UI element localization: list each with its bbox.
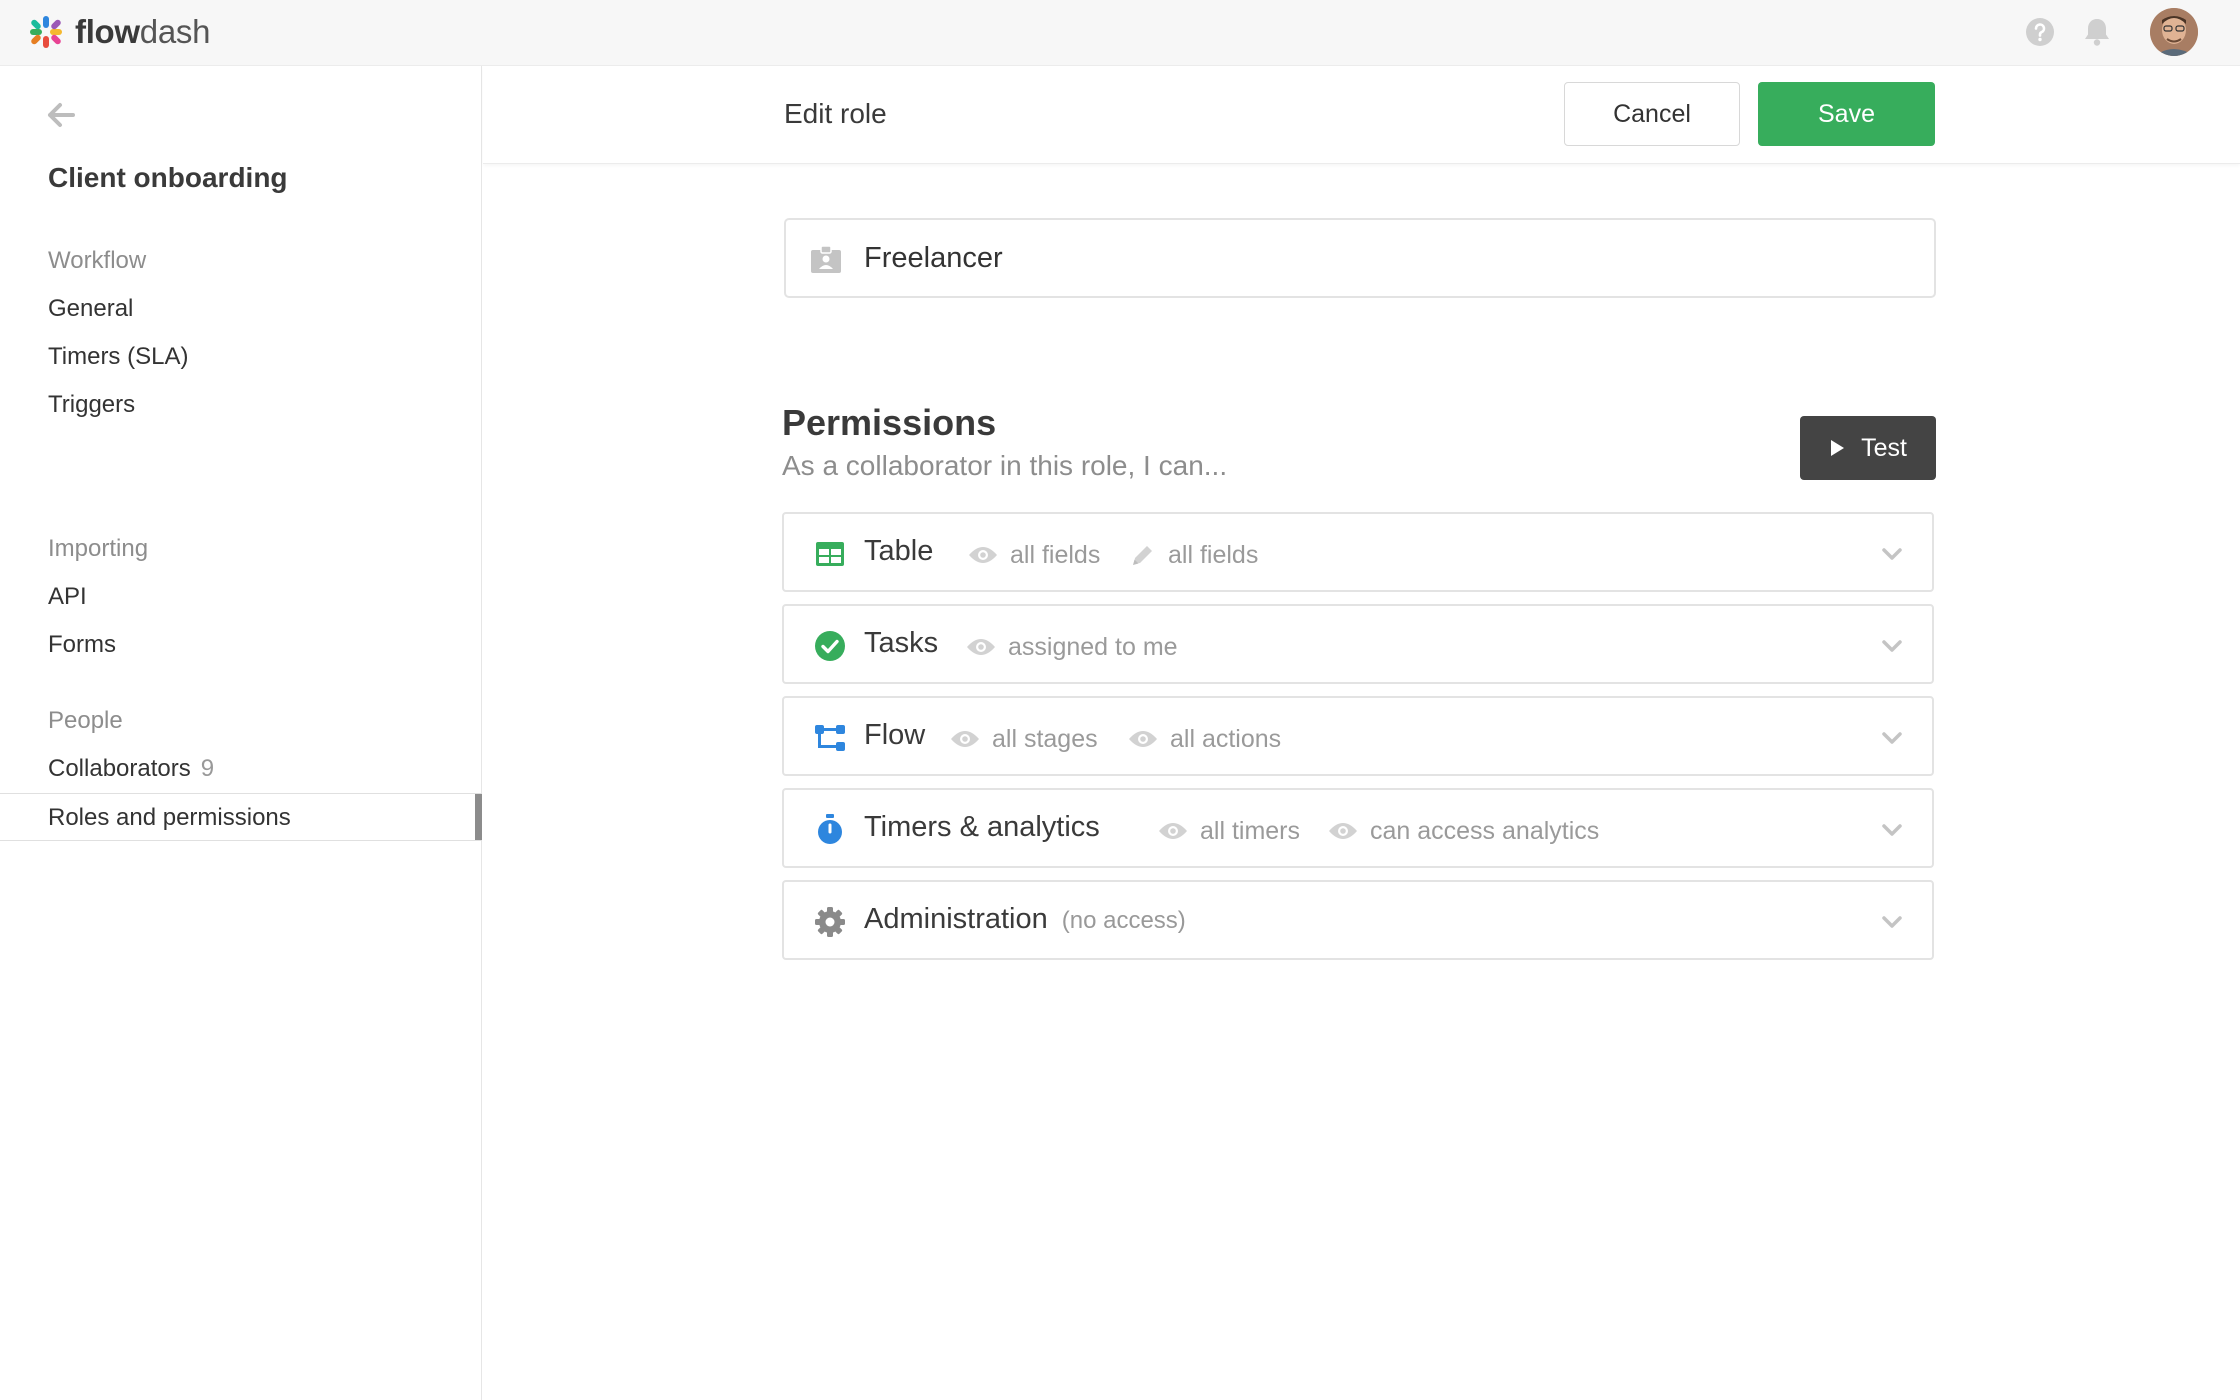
sidebar-item-api[interactable]: API bbox=[0, 573, 482, 621]
sidebar-heading-importing: Importing bbox=[48, 535, 149, 562]
sidebar-item-timers-sla[interactable]: Timers (SLA) bbox=[0, 333, 482, 381]
cancel-button[interactable]: Cancel bbox=[1564, 82, 1740, 146]
flow-icon bbox=[815, 725, 845, 751]
eye-icon bbox=[951, 731, 979, 747]
permission-tag-text: all timers bbox=[1200, 816, 1301, 845]
permission-tag-text: can access analytics bbox=[1370, 816, 1600, 845]
eye-icon bbox=[969, 547, 997, 563]
sidebar-item-label: Collaborators bbox=[48, 755, 191, 782]
user-avatar[interactable] bbox=[2150, 8, 2198, 56]
permissions-subtitle: As a collaborator in this role, I can... bbox=[782, 450, 1228, 481]
flowdash-logo-icon bbox=[30, 16, 62, 48]
permission-name: Flow bbox=[864, 719, 926, 751]
permission-row-timers-analytics[interactable]: Timers & analytics all timers can access… bbox=[782, 788, 1934, 868]
sidebar-item-triggers[interactable]: Triggers bbox=[0, 381, 482, 429]
help-icon[interactable] bbox=[2023, 15, 2057, 49]
pencil-icon bbox=[1133, 546, 1152, 565]
permission-row-flow[interactable]: Flow all stages all actions bbox=[782, 696, 1934, 776]
id-badge-icon bbox=[811, 246, 841, 273]
sidebar-item-forms[interactable]: Forms bbox=[0, 621, 482, 669]
permissions-title: Permissions bbox=[782, 402, 997, 443]
permission-tag: all fields bbox=[968, 540, 1100, 570]
chevron-down-icon bbox=[1882, 640, 1902, 652]
test-button-label: Test bbox=[1861, 433, 1907, 462]
permission-name: Timers & analytics bbox=[864, 811, 1100, 843]
permission-tag: all timers bbox=[1158, 816, 1300, 846]
sidebar-item-roles-and-permissions[interactable]: Roles and permissions bbox=[0, 793, 482, 841]
sidebar-item-collaborators[interactable]: Collaborators 9 bbox=[0, 745, 482, 793]
permission-tag: all fields bbox=[1130, 540, 1258, 570]
chevron-down-icon bbox=[1882, 824, 1902, 836]
brand-name: flowdash bbox=[75, 13, 210, 51]
eye-icon bbox=[1329, 823, 1357, 839]
play-icon bbox=[1831, 440, 1845, 456]
permission-row-administration[interactable]: Administration (no access) bbox=[782, 880, 1934, 960]
permission-tag-text: all fields bbox=[1168, 540, 1259, 569]
permission-name: Tasks bbox=[864, 627, 939, 659]
permission-tag-text: assigned to me bbox=[1008, 632, 1178, 661]
permission-row-tasks[interactable]: Tasks assigned to me bbox=[782, 604, 1934, 684]
permission-name: Administration (no access) bbox=[864, 903, 1186, 936]
permission-row-table[interactable]: Table all fields all fields bbox=[782, 512, 1934, 592]
eye-icon bbox=[1129, 731, 1157, 747]
no-access-note: (no access) bbox=[1061, 907, 1186, 934]
sidebar-heading-people: People bbox=[48, 707, 123, 734]
back-arrow-icon[interactable] bbox=[46, 100, 76, 130]
chevron-down-icon bbox=[1882, 548, 1902, 560]
permission-tag: all stages bbox=[950, 724, 1098, 754]
table-icon bbox=[816, 542, 844, 566]
gear-icon bbox=[815, 907, 845, 937]
collaborators-count: 9 bbox=[200, 755, 215, 782]
page-title: Edit role bbox=[784, 98, 887, 129]
sidebar: Client onboarding Workflow General Timer… bbox=[0, 66, 482, 1400]
chevron-down-icon bbox=[1882, 916, 1902, 928]
sidebar-group-people: People Collaborators 9 Roles and permissi… bbox=[0, 697, 482, 841]
flowdash-logo[interactable]: flowdash bbox=[29, 13, 210, 51]
role-name-input[interactable] bbox=[864, 234, 1904, 282]
permission-name-text: Administration bbox=[864, 903, 1048, 935]
sidebar-heading-workflow: Workflow bbox=[48, 247, 147, 274]
permission-tag-text: all fields bbox=[1010, 540, 1101, 569]
sidebar-item-general[interactable]: General bbox=[0, 285, 482, 333]
permission-tag-text: all stages bbox=[992, 724, 1098, 753]
brand-light: dash bbox=[139, 13, 211, 50]
permission-tag: assigned to me bbox=[966, 632, 1178, 662]
chevron-down-icon bbox=[1882, 732, 1902, 744]
check-circle-icon bbox=[815, 631, 845, 661]
permission-tag: can access analytics bbox=[1328, 816, 1599, 846]
sidebar-group-importing: Importing API Forms bbox=[0, 525, 482, 669]
stopwatch-icon bbox=[818, 814, 842, 844]
workflow-title: Client onboarding bbox=[48, 162, 288, 193]
sidebar-group-workflow: Workflow General Timers (SLA) Triggers bbox=[0, 237, 482, 429]
bell-icon[interactable] bbox=[2080, 15, 2114, 49]
role-name-field[interactable] bbox=[784, 218, 1936, 298]
permission-tag: all actions bbox=[1128, 724, 1281, 754]
edit-role-header: Edit role Cancel Save bbox=[483, 66, 2240, 164]
eye-icon bbox=[967, 639, 995, 655]
save-button[interactable]: Save bbox=[1758, 82, 1935, 146]
permission-name: Table bbox=[864, 535, 934, 567]
eye-icon bbox=[1159, 823, 1187, 839]
top-bar: flowdash bbox=[0, 0, 2240, 66]
brand-bold: flow bbox=[75, 13, 140, 50]
permission-tag-text: all actions bbox=[1170, 724, 1282, 753]
test-button[interactable]: Test bbox=[1800, 416, 1936, 480]
